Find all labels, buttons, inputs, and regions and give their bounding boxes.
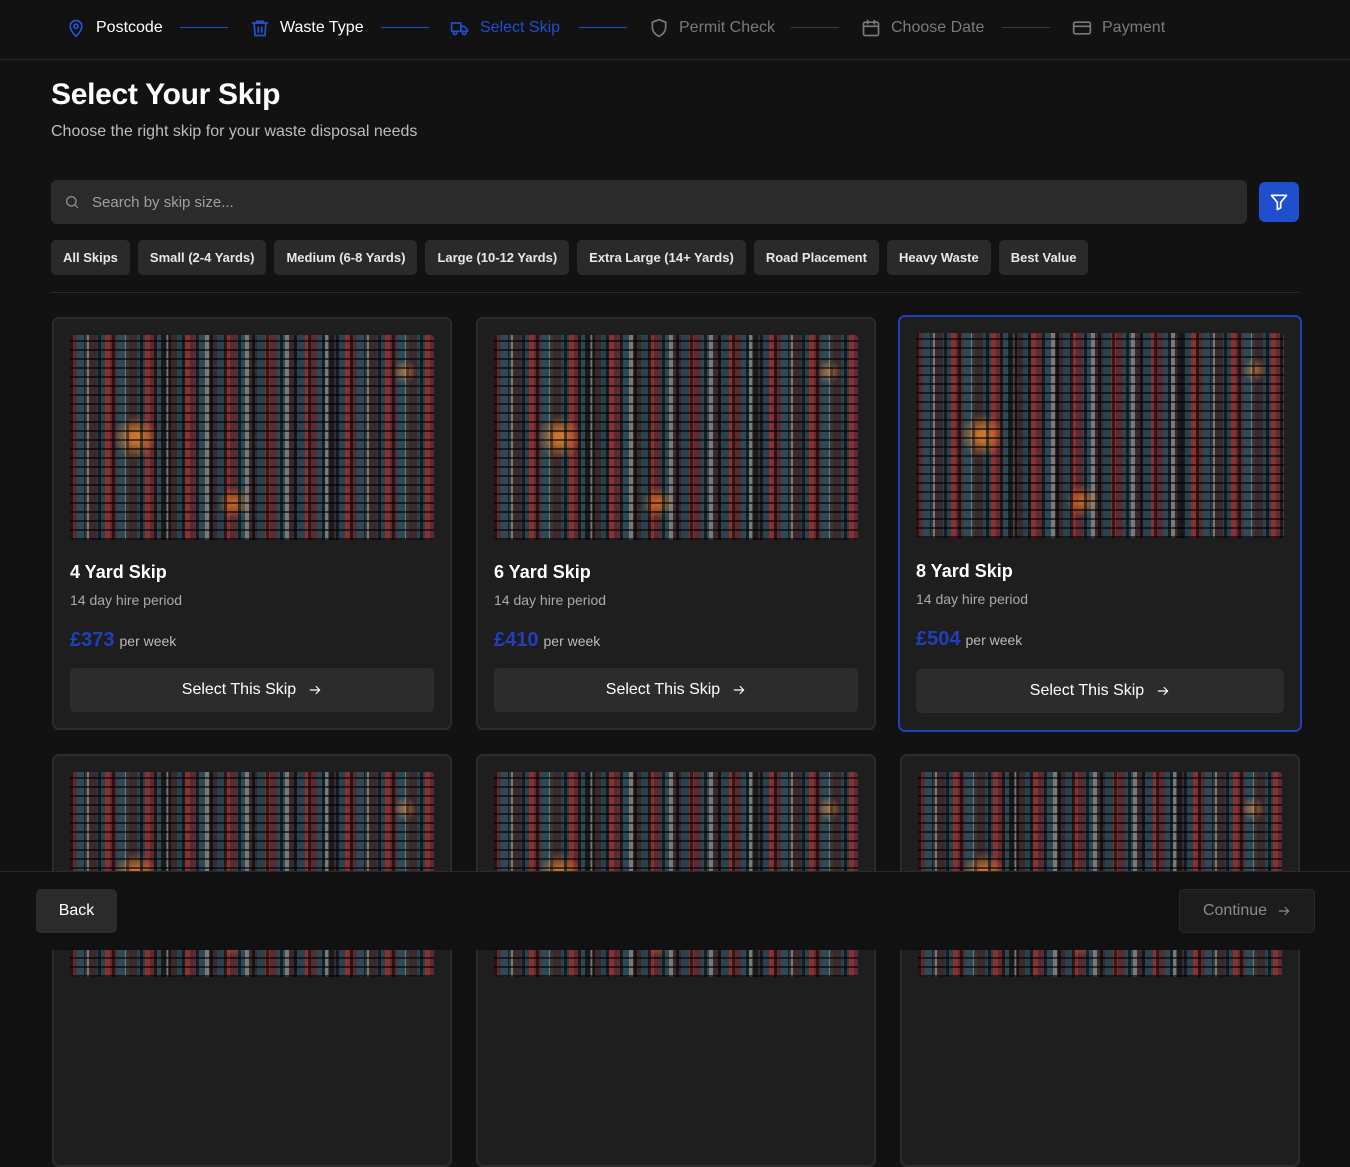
price-period: per week bbox=[119, 633, 177, 649]
page-title: Select Your Skip bbox=[51, 78, 281, 111]
select-skip-label: Select This Skip bbox=[181, 681, 297, 698]
skip-image bbox=[916, 333, 1284, 538]
chip-heavy-waste[interactable]: Heavy Waste bbox=[886, 240, 991, 275]
skip-name: 4 Yard Skip bbox=[70, 562, 167, 582]
skip-price: £373 bbox=[70, 629, 115, 651]
shield-icon bbox=[651, 18, 667, 38]
arrow-right-icon bbox=[309, 685, 321, 695]
page-subtitle: Choose the right skip for your waste dis… bbox=[51, 123, 418, 140]
chip-road-placement[interactable]: Road Placement bbox=[753, 240, 879, 275]
filter-icon bbox=[1270, 194, 1288, 211]
step-label: Select Skip bbox=[480, 19, 561, 36]
chip-large[interactable]: Large (10-12 Yards) bbox=[425, 240, 570, 275]
chip-best-value[interactable]: Best Value bbox=[998, 240, 1089, 275]
select-skip-label: Select This Skip bbox=[605, 681, 721, 698]
filter-chips: All Skips Small (2-4 Yards) Medium (6-8 … bbox=[51, 240, 1089, 275]
arrow-right-icon bbox=[1278, 906, 1290, 916]
chip-all-skips[interactable]: All Skips bbox=[51, 240, 130, 275]
hire-period: 14 day hire period bbox=[70, 592, 183, 608]
price-row: £373 per week bbox=[70, 629, 176, 652]
skip-card[interactable] bbox=[476, 754, 876, 1167]
step-postcode[interactable]: Postcode bbox=[66, 16, 163, 40]
step-label: Choose Date bbox=[891, 19, 985, 36]
price-row: £504 per week bbox=[916, 628, 1022, 651]
price-period: per week bbox=[543, 633, 601, 649]
skip-card-8-yard[interactable]: 8 Yard Skip 14 day hire period £504 per … bbox=[898, 315, 1302, 732]
filter-button[interactable] bbox=[1259, 182, 1299, 222]
step-label: Payment bbox=[1102, 19, 1166, 36]
calendar-icon bbox=[862, 19, 880, 37]
chip-small[interactable]: Small (2-4 Yards) bbox=[137, 240, 267, 275]
step-choose-date: Choose Date bbox=[861, 16, 984, 40]
select-skip-button[interactable]: Select This Skip bbox=[916, 669, 1284, 713]
step-label: Postcode bbox=[96, 19, 163, 36]
continue-label: Continue bbox=[1202, 902, 1268, 919]
step-connector bbox=[791, 27, 839, 28]
skip-card-6-yard[interactable]: 6 Yard Skip 14 day hire period £410 per … bbox=[476, 317, 876, 730]
back-button[interactable]: Back bbox=[36, 889, 117, 933]
price-row: £410 per week bbox=[494, 629, 600, 652]
step-select-skip[interactable]: Select Skip bbox=[450, 16, 560, 40]
skip-name: 8 Yard Skip bbox=[916, 561, 1013, 581]
step-permit-check: Permit Check bbox=[649, 16, 775, 40]
step-waste-type[interactable]: Waste Type bbox=[250, 16, 364, 40]
skip-price: £410 bbox=[494, 629, 539, 651]
step-connector bbox=[381, 27, 429, 28]
skip-name: 6 Yard Skip bbox=[494, 562, 591, 582]
step-label: Permit Check bbox=[679, 19, 776, 36]
skip-price: £504 bbox=[916, 628, 961, 650]
truck-icon bbox=[450, 22, 469, 36]
select-skip-label: Select This Skip bbox=[1029, 682, 1145, 699]
chip-medium[interactable]: Medium (6-8 Yards) bbox=[274, 240, 418, 275]
trash-icon bbox=[251, 20, 269, 37]
search-icon bbox=[66, 196, 79, 209]
skip-image bbox=[70, 335, 434, 540]
step-label: Waste Type bbox=[280, 19, 364, 36]
skip-card-4-yard[interactable]: 4 Yard Skip 14 day hire period £373 per … bbox=[52, 317, 452, 730]
divider bbox=[51, 292, 1299, 293]
skip-image bbox=[494, 335, 858, 540]
map-pin-icon bbox=[69, 19, 83, 38]
price-period: per week bbox=[965, 632, 1023, 648]
step-connector bbox=[579, 27, 627, 28]
select-skip-button[interactable]: Select This Skip bbox=[70, 668, 434, 712]
continue-button[interactable]: Continue bbox=[1179, 889, 1315, 933]
credit-card-icon bbox=[1072, 21, 1092, 35]
hire-period: 14 day hire period bbox=[916, 591, 1029, 607]
progress-stepper: Postcode Waste Type Select Skip Permit C… bbox=[0, 0, 1350, 60]
step-payment: Payment bbox=[1072, 16, 1165, 40]
step-connector bbox=[180, 27, 228, 28]
step-connector bbox=[1002, 27, 1050, 28]
select-skip-button[interactable]: Select This Skip bbox=[494, 668, 858, 712]
arrow-right-icon bbox=[733, 685, 745, 695]
arrow-right-icon bbox=[1157, 686, 1169, 696]
footer-bar: Back Continue bbox=[0, 871, 1350, 950]
search-input[interactable] bbox=[92, 193, 1192, 211]
hire-period: 14 day hire period bbox=[494, 592, 607, 608]
chip-extra-large[interactable]: Extra Large (14+ Yards) bbox=[577, 240, 746, 275]
skip-card[interactable] bbox=[52, 754, 452, 1167]
search-bar[interactable] bbox=[51, 180, 1247, 224]
skip-card[interactable] bbox=[900, 754, 1300, 1167]
